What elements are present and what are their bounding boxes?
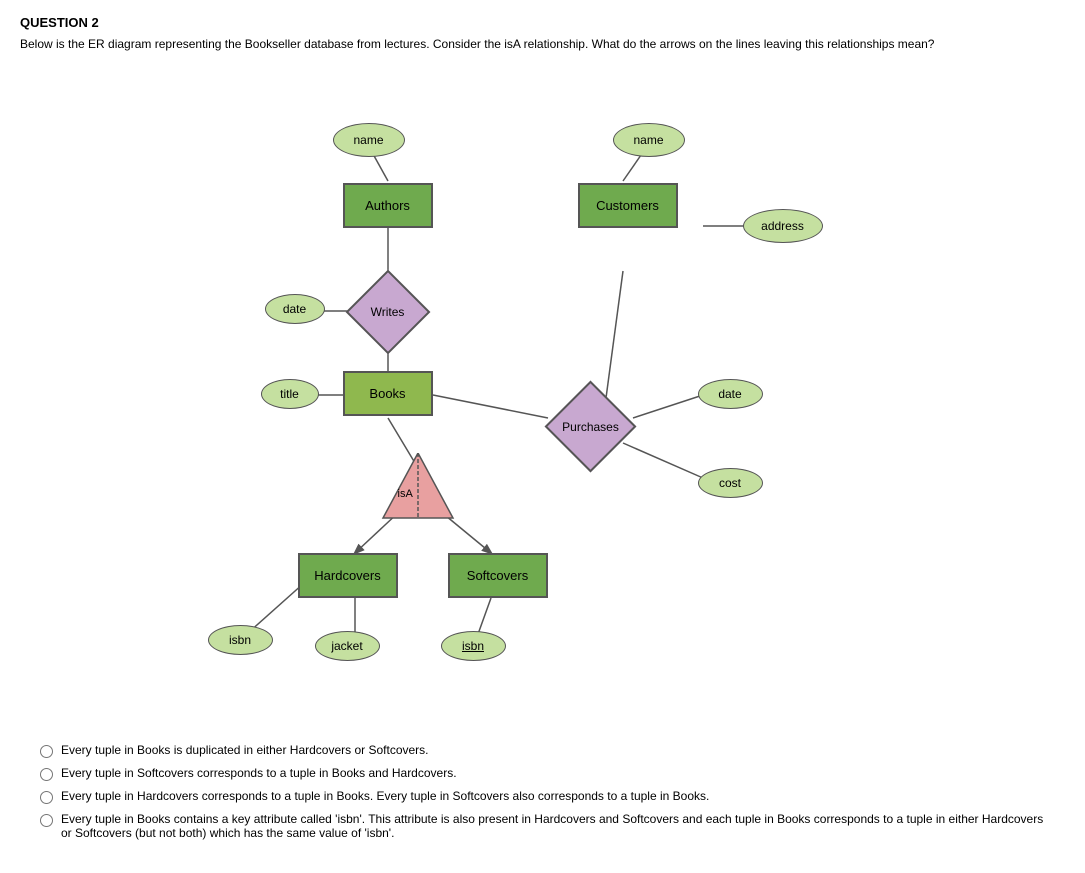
- option-radio-1[interactable]: [40, 745, 53, 758]
- isa-triangle: isA: [378, 453, 458, 523]
- option-row-4: Every tuple in Books contains a key attr…: [40, 812, 1045, 840]
- writes-diamond: Writes: [341, 276, 435, 348]
- option-row-2: Every tuple in Softcovers corresponds to…: [40, 766, 1045, 781]
- cost-ellipse: cost: [698, 468, 763, 498]
- option-radio-4[interactable]: [40, 814, 53, 827]
- date-purchases-ellipse: date: [698, 379, 763, 409]
- purchases-diamond: Purchases: [541, 391, 641, 463]
- jacket-ellipse: jacket: [315, 631, 380, 661]
- option-row-1: Every tuple in Books is duplicated in ei…: [40, 743, 1045, 758]
- authors-entity: Authors: [343, 183, 433, 228]
- page: QUESTION 2 Below is the ER diagram repre…: [0, 0, 1085, 873]
- option-text-1: Every tuple in Books is duplicated in ei…: [61, 743, 429, 757]
- answer-options: Every tuple in Books is duplicated in ei…: [20, 733, 1065, 858]
- books-entity: Books: [343, 371, 433, 416]
- hardcovers-entity: Hardcovers: [298, 553, 398, 598]
- er-diagram: name name Authors Customers address date…: [193, 63, 893, 723]
- softcovers-entity: Softcovers: [448, 553, 548, 598]
- isbn-right-ellipse: isbn: [441, 631, 506, 661]
- question-number: QUESTION 2: [20, 15, 1065, 30]
- option-text-2: Every tuple in Softcovers corresponds to…: [61, 766, 457, 780]
- customers-entity: Customers: [578, 183, 678, 228]
- customers-name-ellipse: name: [613, 123, 685, 157]
- option-radio-3[interactable]: [40, 791, 53, 804]
- isa-label: isA: [398, 488, 413, 500]
- title-ellipse: title: [261, 379, 319, 409]
- option-row-3: Every tuple in Hardcovers corresponds to…: [40, 789, 1045, 804]
- option-text-3: Every tuple in Hardcovers corresponds to…: [61, 789, 709, 803]
- option-text-4: Every tuple in Books contains a key attr…: [61, 812, 1045, 840]
- option-radio-2[interactable]: [40, 768, 53, 781]
- address-ellipse: address: [743, 209, 823, 243]
- authors-name-ellipse: name: [333, 123, 405, 157]
- question-description: Below is the ER diagram representing the…: [20, 36, 1065, 53]
- date-writes-ellipse: date: [265, 294, 325, 324]
- isbn-left-ellipse: isbn: [208, 625, 273, 655]
